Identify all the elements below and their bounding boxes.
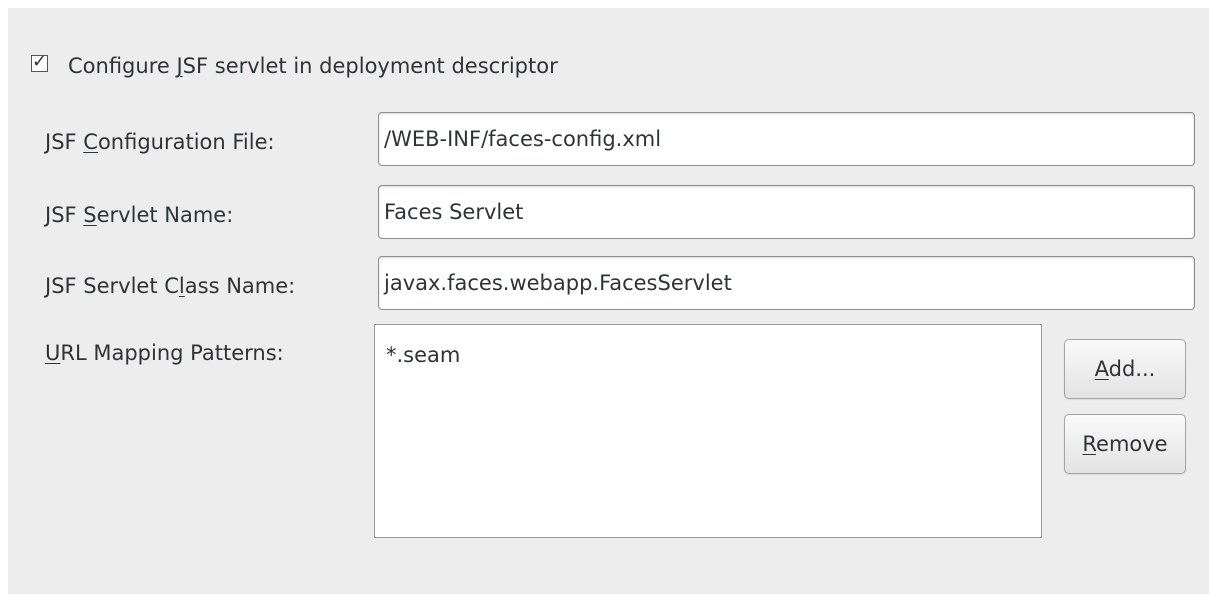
label-part: ass Name: [184,274,296,298]
servlet-name-input[interactable]: Faces Servlet [378,185,1195,239]
label-part: emove [1096,432,1168,456]
checkmark-icon: ✓ [32,51,48,72]
remove-button[interactable]: Remove [1064,414,1186,474]
label-part: Configure [68,54,177,78]
label-part: RL Mapping Patterns: [60,341,284,365]
label-part: ervlet Name: [96,203,234,227]
config-file-input[interactable]: /WEB-INF/faces-config.xml [378,112,1195,166]
mnemonic: A [1094,357,1109,381]
list-item[interactable]: *.seam [386,342,460,368]
mnemonic: U [45,341,61,365]
servlet-class-label: JSF Servlet Class Name: [45,273,295,299]
mnemonic: C [83,130,98,154]
url-mapping-label: URL Mapping Patterns: [45,340,284,366]
label-part: SF servlet in deployment descriptor [182,54,558,78]
label-part: JSF Servlet C [45,274,179,298]
mnemonic: R [1082,432,1097,456]
label-part: dd... [1108,357,1156,381]
servlet-name-label: JSF Servlet Name: [45,202,233,228]
config-file-label: JSF Configuration File: [45,129,275,155]
label-part: JSF [45,130,84,154]
label-part: onfiguration File: [97,130,275,154]
mnemonic: S [83,203,97,227]
configure-jsf-checkbox-label[interactable]: Configure JSF servlet in deployment desc… [68,53,558,79]
configure-jsf-checkbox[interactable]: ✓ [31,51,48,72]
label-part: JSF [45,203,84,227]
add-button[interactable]: Add... [1064,339,1186,399]
url-mapping-list[interactable]: *.seam [374,324,1042,538]
servlet-class-input[interactable]: javax.faces.webapp.FacesServlet [378,256,1195,310]
